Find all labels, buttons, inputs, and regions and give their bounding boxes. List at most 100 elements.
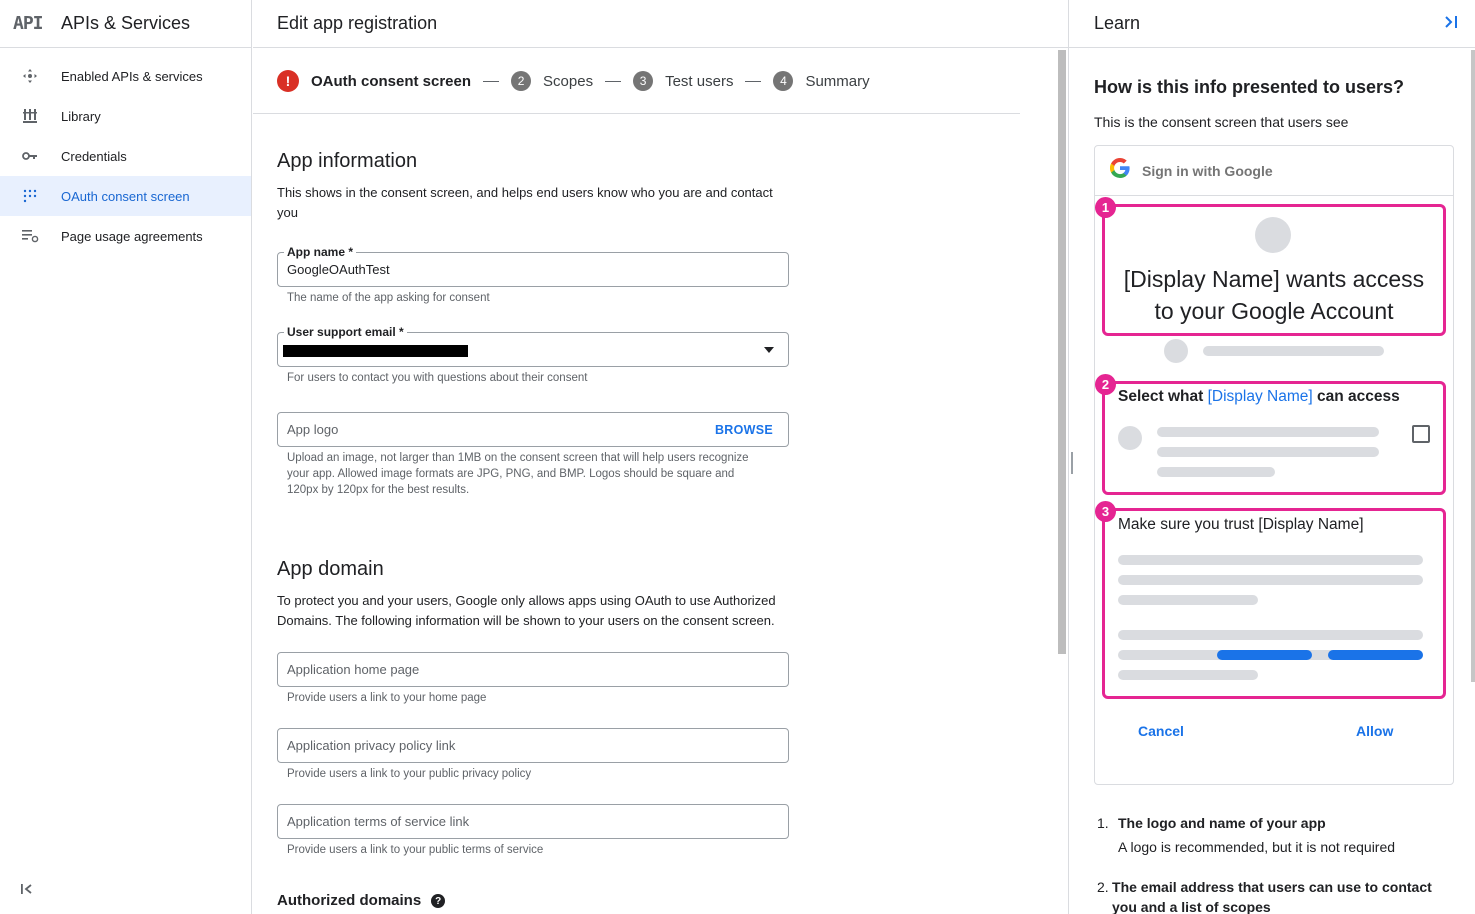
learn-panel: Learn How is this info presented to user…	[1068, 0, 1475, 914]
main-scrollbar[interactable]	[1058, 50, 1066, 654]
nav-item-credentials[interactable]: Credentials	[0, 136, 251, 176]
step-label: Summary	[805, 72, 870, 90]
learn-scrollbar[interactable]	[1471, 50, 1475, 682]
learn-header: Learn	[1069, 0, 1475, 48]
list-item-title: The logo and name of your app	[1118, 815, 1326, 831]
privacy-link-placeholder	[1217, 650, 1312, 660]
account-email-placeholder-bar	[1203, 346, 1384, 356]
browse-button[interactable]: BROWSE	[715, 423, 773, 437]
step-oauth-consent-screen[interactable]: ! OAuth consent screen	[277, 70, 471, 92]
resize-handle[interactable]	[1071, 452, 1073, 474]
step-number: 4	[773, 71, 794, 91]
settings-list-icon	[18, 229, 42, 243]
trust-placeholder-bar	[1118, 595, 1258, 605]
app-logo-field[interactable]: App logo BROWSE	[277, 412, 789, 447]
scope-placeholder-bar	[1157, 467, 1275, 477]
api-logo: API	[13, 13, 44, 34]
main-content: Edit app registration ! OAuth consent sc…	[253, 0, 1068, 914]
highlight-box-trust: 3 Make sure you trust [Display Name]	[1095, 501, 1446, 699]
learn-title: Learn	[1094, 13, 1141, 33]
badge-3: 3	[1095, 501, 1116, 522]
help-icon[interactable]: ?	[431, 894, 446, 909]
select-access-text: Select what [Display Name] can access	[1118, 388, 1400, 406]
app-name-hint: The name of the app asking for consent	[287, 292, 490, 304]
learn-explanation-list: 1. The logo and name of your app A logo …	[1097, 813, 1457, 914]
step-connector	[605, 80, 622, 82]
app-information-desc: This shows in the consent screen, and he…	[277, 185, 773, 220]
app-logo-hint: Upload an image, not larger than 1MB on …	[287, 452, 749, 496]
nav-label: Library	[61, 108, 101, 124]
user-support-email-label: User support email *	[284, 324, 407, 340]
terms-link-placeholder	[1328, 650, 1423, 660]
select-access-prefix: Select what	[1118, 388, 1208, 405]
step-connector	[745, 80, 762, 82]
dropdown-arrow-icon	[764, 347, 774, 353]
sign-in-text: Sign in with Google	[1142, 162, 1273, 179]
account-avatar-placeholder	[1164, 339, 1188, 363]
list-item-title: The email address that users can use to …	[1112, 879, 1432, 914]
learn-subheading: This is the consent screen that users se…	[1094, 114, 1349, 130]
collapse-nav-icon[interactable]	[20, 882, 40, 902]
application-terms-of-service-input[interactable]: Application terms of service link	[277, 804, 789, 839]
nav-header: API APIs & Services	[0, 0, 251, 48]
google-logo-icon	[1109, 158, 1130, 183]
scope-placeholder-bar	[1157, 427, 1379, 437]
trust-placeholder-bar	[1118, 670, 1258, 680]
close-panel-icon[interactable]	[1443, 14, 1461, 34]
app-information-section: App information This shows in the consen…	[277, 150, 789, 510]
stepper-divider	[253, 113, 1020, 114]
app-name-field[interactable]: App name * GoogleOAuthTest	[277, 244, 789, 287]
step-label: Test users	[665, 72, 734, 90]
step-number: 2	[511, 71, 532, 91]
list-number: 2.	[1097, 879, 1109, 895]
redacted-email	[283, 345, 468, 357]
app-logo-placeholder: App logo	[287, 422, 339, 437]
nav-item-page-usage-agreements[interactable]: Page usage agreements	[0, 216, 251, 256]
nav-label: Enabled APIs & services	[61, 68, 203, 84]
user-support-email-select[interactable]: User support email *	[277, 324, 789, 367]
display-name-access-text: [Display Name] wants access to your Goog…	[1105, 263, 1443, 327]
learn-heading: How is this info presented to users?	[1094, 77, 1405, 97]
select-access-display-name: [Display Name]	[1207, 388, 1313, 405]
application-home-page-input[interactable]: Application home page	[277, 652, 789, 687]
trust-text: Make sure you trust [Display Name]	[1118, 516, 1364, 533]
step-test-users[interactable]: 3 Test users	[633, 71, 733, 91]
step-label: OAuth consent screen	[311, 72, 472, 90]
nav-label: Credentials	[61, 148, 127, 164]
step-summary[interactable]: 4 Summary	[773, 71, 870, 91]
nav-item-oauth-consent-screen[interactable]: OAuth consent screen	[0, 176, 251, 216]
scope-checkbox[interactable]	[1412, 425, 1430, 443]
terms-of-service-hint: Provide users a link to your public term…	[287, 844, 544, 856]
app-information-title: App information	[277, 150, 418, 172]
authorized-domains-title: Authorized domains	[277, 892, 422, 909]
consent-screen-preview: Sign in with Google 1 [Display Name] wan…	[1094, 145, 1454, 785]
authorized-domains-heading: Authorized domains?	[277, 892, 446, 909]
enabled-apis-icon	[18, 68, 42, 84]
trust-placeholder-bar	[1118, 555, 1423, 565]
app-domain-section: App domain To protect you and your users…	[277, 558, 789, 878]
page-title: Edit app registration	[253, 0, 1068, 48]
step-scopes[interactable]: 2 Scopes	[511, 71, 593, 91]
badge-2: 2	[1095, 374, 1116, 395]
nav-item-library[interactable]: Library	[0, 96, 251, 136]
library-icon	[18, 108, 42, 124]
product-title[interactable]: APIs & Services	[61, 13, 190, 34]
key-icon	[18, 151, 42, 161]
scope-icon-placeholder	[1118, 426, 1142, 450]
application-privacy-policy-input[interactable]: Application privacy policy link	[277, 728, 789, 763]
terms-of-service-placeholder: Application terms of service link	[287, 814, 470, 829]
list-item-desc: A logo is recommended, but it is not req…	[1118, 839, 1396, 855]
app-domain-title: App domain	[277, 558, 384, 580]
app-name-label: App name *	[284, 244, 357, 260]
stepper: ! OAuth consent screen 2 Scopes 3 Test u…	[277, 68, 870, 94]
highlight-box-app-name: 1 [Display Name] wants access to your Go…	[1095, 197, 1446, 336]
list-number: 1.	[1097, 815, 1109, 831]
mock-allow-button: Allow	[1356, 723, 1394, 739]
mock-cancel-button: Cancel	[1138, 723, 1184, 739]
display-name-line-2: to your Google Account	[1154, 298, 1394, 324]
user-support-email-hint: For users to contact you with questions …	[287, 372, 588, 384]
nav-item-enabled-apis[interactable]: Enabled APIs & services	[0, 56, 251, 96]
select-access-suffix: can access	[1312, 388, 1400, 405]
step-number: 3	[633, 71, 654, 91]
display-name-line-1: [Display Name] wants access	[1123, 266, 1425, 292]
